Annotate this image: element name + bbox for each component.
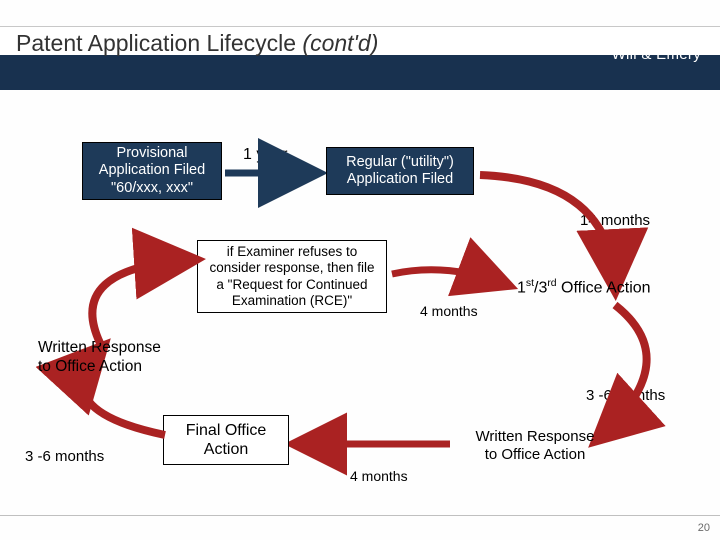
oa-mid: /3 (534, 279, 547, 296)
final-l2: Action (170, 440, 282, 459)
box-final-oa: Final Office Action (163, 415, 289, 465)
logo-l2: Will & Emery (612, 47, 701, 63)
reg-l2: Application Filed (333, 171, 467, 188)
rce-l4: Examination (RCE)" (204, 293, 380, 309)
rce-l2: consider response, then file (204, 260, 380, 276)
logo-sup: c (624, 31, 628, 40)
logo: McDermott Will & Emery (612, 31, 701, 63)
page-title: Patent Application Lifecycle (cont'd) (16, 30, 378, 57)
arrow-wr-to-rce (60, 238, 210, 353)
wr2-l2: to Office Action (460, 446, 610, 464)
label-1st-3rd-oa: 1st/3rd Office Action (517, 278, 651, 297)
wr-l2: to Office Action (38, 358, 198, 377)
oa-sup1: st (526, 278, 534, 289)
rce-l1: if Examiner refuses to (204, 244, 380, 260)
logo-l1a: M (612, 30, 625, 47)
rce-l3: a "Request for Continued (204, 277, 380, 293)
box-rce: if Examiner refuses to consider response… (197, 240, 387, 313)
page-number: 20 (698, 522, 710, 534)
oa-post: Office Action (557, 279, 651, 296)
oa-sup2: rd (547, 278, 556, 289)
box-provisional: Provisional Application Filed "60/xxx, x… (82, 142, 222, 200)
prov-l3: "60/xxx, xxx" (89, 180, 215, 197)
logo-l1b: Dermott (629, 30, 684, 47)
footer-rule (0, 515, 720, 516)
label-written-response-right: Written Response to Office Action (460, 428, 610, 464)
arrow-rce-to-oa (387, 254, 517, 314)
title-italic: (cont'd) (302, 30, 378, 56)
prov-l1: Provisional (89, 145, 215, 162)
final-l1: Final Office (170, 421, 282, 440)
wr2-l1: Written Response (460, 428, 610, 446)
oa-pre: 1 (517, 279, 526, 296)
label-4mo-lower: 4 months (350, 468, 408, 484)
box-regular: Regular ("utility") Application Filed (326, 147, 474, 195)
reg-l1: Regular ("utility") (333, 154, 467, 171)
prov-l2: Application Filed (89, 162, 215, 179)
arrow-wr-to-final (290, 432, 460, 462)
arrow-prov-to-regular (222, 158, 327, 188)
label-36-left: 3 -6 months (25, 448, 104, 465)
title-plain: Patent Application Lifecycle (16, 30, 302, 56)
